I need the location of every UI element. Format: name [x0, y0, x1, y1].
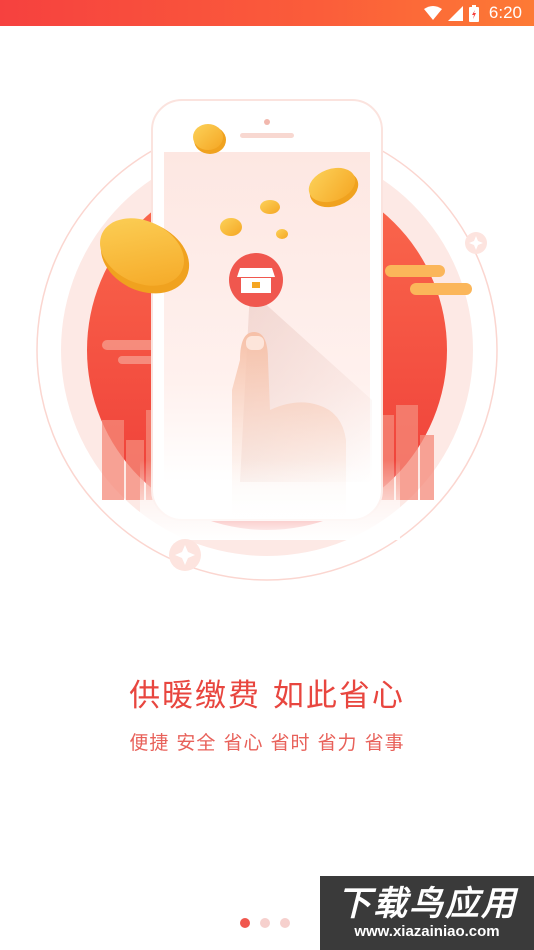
wifi-icon — [423, 6, 442, 20]
onboarding-title: 供暖缴费 如此省心 — [129, 678, 405, 714]
coin-icon — [260, 200, 280, 214]
status-bar: 6:20 — [0, 0, 534, 26]
store-icon — [229, 253, 283, 307]
onboarding-subtitle: 便捷 安全 省心 省时 省力 省事 — [129, 732, 405, 754]
sparkle-icon — [169, 539, 201, 571]
status-icons: 6:20 — [423, 3, 522, 23]
sparkle-icon — [465, 232, 487, 254]
cellular-signal-icon — [447, 5, 463, 21]
watermark: 下载鸟应用 www.xiazainiao.com — [320, 876, 534, 950]
coin-icon — [276, 229, 288, 239]
coin-icon — [220, 218, 242, 236]
watermark-url: www.xiazainiao.com — [354, 923, 500, 940]
page-dot[interactable] — [280, 918, 290, 928]
page-dot[interactable] — [260, 918, 270, 928]
watermark-title: 下载鸟应用 — [337, 884, 517, 924]
onboarding-illustration — [36, 99, 498, 581]
battery-icon — [468, 4, 479, 22]
page-indicator — [240, 918, 290, 928]
status-time: 6:20 — [488, 3, 522, 22]
page-dot-active[interactable] — [240, 918, 250, 928]
